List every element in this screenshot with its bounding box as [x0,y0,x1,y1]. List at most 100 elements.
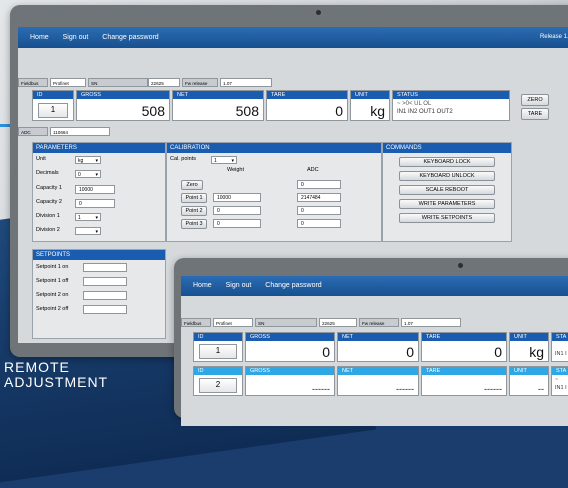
division1-label: Division 1 [36,213,60,219]
calibration-title: CALIBRATION [167,143,381,153]
point2-button[interactable]: Point 2 [181,206,207,216]
net-value-row1: 0 [406,344,414,360]
setpoint1-on-input[interactable] [83,263,127,272]
tare-label: TARE [267,91,347,99]
tare-label-row1: TARE [422,333,506,341]
tare-box-row1: TARE 0 [421,332,507,362]
unit-label-row1: UNIT [510,333,548,341]
setpoint2-off-input[interactable] [83,305,127,314]
status-box: STATUS ~ >0< UL OL IN1 IN2 OUT1 OUT2 [392,90,510,121]
scale-reboot-button[interactable]: SCALE REBOOT [399,185,495,195]
gross-value-row2: ------ [312,384,330,394]
division2-label: Division 2 [36,227,60,233]
tare-value-row1: 0 [494,344,502,360]
net-box: NET 508 [172,90,264,121]
setpoint1-off-input[interactable] [83,277,127,286]
gross-value-row1: 0 [322,344,330,360]
id-value[interactable]: 1 [38,103,68,118]
point3-adc-input[interactable]: 0 [297,219,341,228]
net-label-row1: NET [338,333,418,341]
tare-value: 0 [335,103,343,119]
tablet-secondary-screen: Home Sign out Change password Fieldbus P… [181,276,568,426]
gross-box: GROSS 508 [76,90,170,121]
division2-select[interactable] [75,227,101,236]
caption: REMOTE ADJUSTMENT [4,360,108,390]
nav-signout-link-secondary[interactable]: Sign out [226,276,252,296]
unit-param-label: Unit [36,156,46,162]
point3-button[interactable]: Point 3 [181,219,207,229]
unit-select[interactable]: kg [75,156,101,165]
net-label-row2: NET [338,367,418,375]
tare-box-row2: TARE ------ [421,366,507,396]
status-label: STATUS [393,91,509,99]
fw-release-value: 1.07 [220,78,272,87]
id-value-row2[interactable]: 2 [199,378,237,393]
net-value: 508 [235,103,259,119]
decimals-select[interactable]: 0 [75,170,101,179]
division1-select[interactable]: 1 [75,213,101,222]
tare-label-row2: TARE [422,367,506,375]
nav-change-password-link-secondary[interactable]: Change password [265,276,321,296]
caption-line2: ADJUSTMENT [4,374,109,390]
point1-weight-input[interactable]: 10000 [213,193,261,202]
zero-button[interactable]: ZERO [521,94,549,106]
keyboard-unlock-button[interactable]: KEYBOARD UNLOCK [399,171,495,181]
point1-button[interactable]: Point 1 [181,193,207,203]
capacity1-label: Capacity 1 [36,185,62,191]
tablet-secondary: Home Sign out Change password Fieldbus P… [174,258,568,426]
gross-label-row2: GROSS [246,367,334,375]
status-box-row2: STA ~ IN1 I [551,366,568,396]
net-value-row2: ------ [396,384,414,394]
status-label-row1: STA [552,333,568,341]
unit-value-row1: kg [529,344,544,360]
capacity2-input[interactable]: 0 [75,199,115,208]
fieldbus-value: Profinet [50,78,86,87]
nav-home-link[interactable]: Home [30,27,49,48]
write-setpoints-button[interactable]: WRITE SETPOINTS [399,213,495,223]
nav-home-link-secondary[interactable]: Home [193,276,212,296]
net-box-row2: NET ------ [337,366,419,396]
top-nav-secondary: Home Sign out Change password [181,276,568,296]
sn-value-secondary: 22625 [319,318,357,327]
status-io: IN1 IN2 OUT1 OUT2 [397,109,453,115]
id-label-row2: ID [194,367,242,375]
id-box-row1: ID 1 [193,332,243,362]
keyboard-lock-button[interactable]: KEYBOARD LOCK [399,157,495,167]
adc-label: ADC [18,127,48,136]
fieldbus-label: Fieldbus [18,78,48,87]
gross-box-row1: GROSS 0 [245,332,335,362]
unit-label: UNIT [351,91,389,99]
commands-title: COMMANDS [383,143,511,153]
release-label: Release 1.0 [539,34,568,40]
status-label-row2: STA [552,367,568,375]
point3-weight-input[interactable]: 0 [213,219,261,228]
id-value-row1[interactable]: 1 [199,344,237,359]
zero-adc-input[interactable]: 0 [297,180,341,189]
status-box-row1: STA IN1 I [551,332,568,362]
point2-adc-input[interactable]: 0 [297,206,341,215]
status-indicators: ~ >0< UL OL [397,101,432,107]
nav-change-password-link[interactable]: Change password [102,27,158,48]
tare-value-row2: ------ [484,384,502,394]
point2-weight-input[interactable]: 0 [213,206,261,215]
decimals-label: Decimals [36,170,59,176]
capacity1-input[interactable]: 10000 [75,185,115,194]
adc-value: 110664 [50,127,110,136]
point1-adc-input[interactable]: 2147484 [297,193,341,202]
tare-box: TARE 0 [266,90,348,121]
parameters-title: PARAMETERS [33,143,165,153]
write-parameters-button[interactable]: WRITE PARAMETERS [399,199,495,209]
unit-value: kg [370,103,385,119]
zero-cal-button[interactable]: Zero [181,180,203,190]
cal-points-select[interactable]: 1 [211,156,237,165]
tare-button[interactable]: TARE [521,108,549,120]
nav-signout-link[interactable]: Sign out [63,27,89,48]
setpoint2-on-input[interactable] [83,291,127,300]
unit-box-row1: UNIT kg [509,332,549,362]
weight-header: Weight [227,167,245,173]
commands-panel: COMMANDS KEYBOARD LOCK KEYBOARD UNLOCK S… [382,142,512,242]
caption-line1: REMOTE [4,359,70,375]
setpoint1-on-label: Setpoint 1 on [36,264,69,270]
unit-label-row2: UNIT [510,367,548,375]
setpoints-title: SETPOINTS [33,250,165,260]
